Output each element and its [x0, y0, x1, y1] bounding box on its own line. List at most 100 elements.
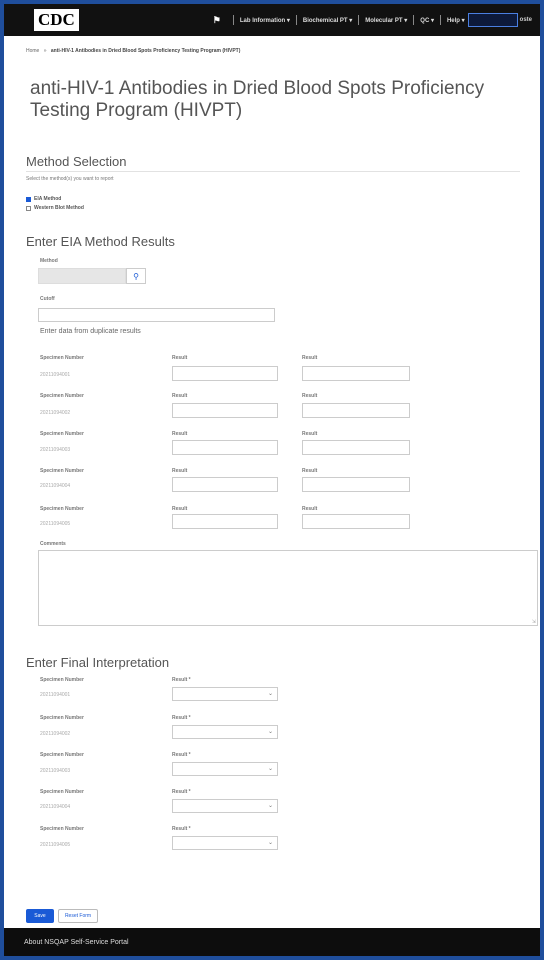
resize-handle-icon[interactable]: ⇲ [532, 619, 536, 625]
final-result-select[interactable]: ⌄ [172, 799, 278, 813]
footer-about-link[interactable]: About NSQAP Self-Service Portal [24, 939, 129, 946]
result-input-1[interactable] [172, 477, 278, 492]
result-label: Result [302, 393, 318, 399]
breadcrumb: Home » anti-HIV-1 Antibodies in Dried Bl… [4, 36, 540, 60]
search-icon: ⚲ [133, 271, 139, 281]
final-result-select[interactable]: ⌄ [172, 725, 278, 739]
result-input-2[interactable] [302, 440, 410, 455]
final-result-select[interactable]: ⌄ [172, 836, 278, 850]
specimen-number-value: 20211094002 [40, 731, 71, 737]
duplicate-note: Enter data from duplicate results [40, 328, 141, 335]
specimen-number-value: 20211094005 [40, 842, 71, 848]
result-input-2[interactable] [302, 514, 410, 529]
nav-qc[interactable]: QC ▾ [420, 17, 434, 24]
checkbox-unchecked-icon[interactable] [26, 205, 31, 211]
result-label: Result [172, 355, 188, 361]
chevron-down-icon: ⌄ [267, 803, 273, 809]
eia-results-title: Enter EIA Method Results [26, 234, 175, 249]
top-navbar: CDC ⚑ Lab Information ▾ Biochemical PT ▾… [4, 4, 540, 36]
specimen-number-label: Specimen Number [40, 752, 84, 758]
result-label: Result [302, 468, 318, 474]
specimen-number-label: Specimen Number [40, 355, 84, 361]
breadcrumb-separator: » [43, 48, 47, 54]
eia-method-checkbox[interactable]: EIA Method [26, 196, 61, 202]
nav-lab-information[interactable]: Lab Information ▾ [240, 17, 290, 24]
specimen-number-label: Specimen Number [40, 677, 84, 683]
specimen-number-value: 20211094003 [40, 768, 71, 774]
final-result-select[interactable]: ⌄ [172, 762, 278, 776]
nav-biochemical-pt[interactable]: Biochemical PT ▾ [303, 17, 352, 24]
chevron-down-icon: ⌄ [267, 729, 273, 735]
result-label: Result [172, 468, 188, 474]
result-input-1[interactable] [172, 403, 278, 418]
nav-help[interactable]: Help ▾ [447, 17, 465, 24]
specimen-number-value: 20211094001 [40, 372, 71, 378]
result-label: Result [302, 431, 318, 437]
specimen-number-label: Specimen Number [40, 393, 84, 399]
method-label: Method [40, 258, 58, 264]
nav-divider [295, 15, 297, 25]
western-blot-label: Western Blot Method [34, 205, 84, 211]
result-input-2[interactable] [302, 477, 410, 492]
result-required-label: Result * [172, 826, 191, 832]
specimen-number-value: 20211094004 [40, 804, 71, 810]
method-instruction: Select the method(s) you want to report [26, 176, 114, 182]
final-result-select[interactable]: ⌄ [172, 687, 278, 701]
user-menu-label[interactable]: oste [520, 17, 532, 23]
result-label: Result [172, 506, 188, 512]
cutoff-label: Cutoff [40, 296, 55, 302]
method-search-button[interactable]: ⚲ [126, 268, 146, 284]
result-input-1[interactable] [172, 514, 278, 529]
result-input-1[interactable] [172, 366, 278, 381]
result-input-2[interactable] [302, 366, 410, 381]
cdc-logo[interactable]: CDC [34, 9, 79, 31]
eia-method-label: EIA Method [34, 196, 62, 202]
result-label: Result [302, 355, 318, 361]
nav-divider [358, 15, 360, 25]
breadcrumb-current: anti-HIV-1 Antibodies in Dried Blood Spo… [50, 48, 241, 54]
specimen-number-label: Specimen Number [40, 826, 84, 832]
result-label: Result [172, 393, 188, 399]
result-required-label: Result * [172, 752, 191, 758]
specimen-number-label: Specimen Number [40, 506, 84, 512]
page-title: anti-HIV-1 Antibodies in Dried Blood Spo… [30, 78, 485, 121]
save-button[interactable]: Save [26, 909, 54, 923]
user-redacted-box[interactable] [467, 13, 518, 27]
result-label: Result [302, 506, 318, 512]
result-input-1[interactable] [172, 440, 278, 455]
main-nav: ⚑ Lab Information ▾ Biochemical PT ▾ Mol… [207, 4, 532, 36]
method-selection-title: Method Selection [26, 154, 127, 169]
home-icon[interactable]: ⚑ [207, 15, 227, 26]
specimen-number-value: 20211094004 [40, 483, 71, 489]
specimen-number-value: 20211094001 [40, 692, 71, 698]
page: CDC ⚑ Lab Information ▾ Biochemical PT ▾… [4, 4, 540, 956]
specimen-number-label: Specimen Number [40, 431, 84, 437]
chevron-down-icon: ⌄ [267, 840, 273, 846]
result-input-2[interactable] [302, 403, 410, 418]
nav-divider [439, 15, 441, 25]
result-label: Result [172, 431, 188, 437]
specimen-number-value: 20211094003 [40, 447, 71, 453]
specimen-number-value: 20211094002 [40, 410, 71, 416]
breadcrumb-home[interactable]: Home [26, 48, 39, 54]
specimen-number-label: Specimen Number [40, 468, 84, 474]
final-interpretation-title: Enter Final Interpretation [26, 655, 170, 670]
specimen-number-value: 20211094005 [40, 521, 71, 527]
nav-molecular-pt[interactable]: Molecular PT ▾ [365, 17, 407, 24]
chevron-down-icon: ⌄ [267, 691, 273, 697]
specimen-number-label: Specimen Number [40, 789, 84, 795]
cutoff-input[interactable] [38, 308, 275, 322]
reset-form-button[interactable]: Reset Form [58, 909, 98, 923]
checkbox-checked-icon[interactable] [26, 196, 31, 202]
result-required-label: Result * [172, 789, 191, 795]
chevron-down-icon: ⌄ [267, 766, 273, 772]
nav-divider [413, 15, 415, 25]
comments-textarea[interactable]: ⇲ [38, 550, 538, 626]
western-blot-checkbox[interactable]: Western Blot Method [26, 205, 84, 211]
result-required-label: Result * [172, 715, 191, 721]
nav-divider [232, 15, 234, 25]
result-required-label: Result * [172, 677, 191, 683]
footer: About NSQAP Self-Service Portal [4, 928, 540, 956]
comments-label: Comments [40, 541, 66, 547]
method-input[interactable] [38, 268, 126, 284]
